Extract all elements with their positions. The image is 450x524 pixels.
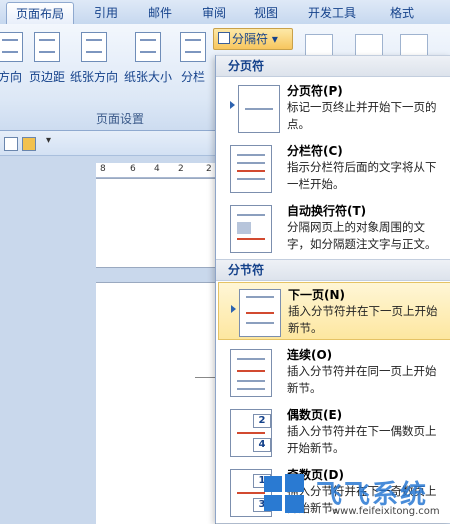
orientation-label: 方向 — [0, 70, 22, 84]
columns-icon — [180, 32, 206, 62]
even-page-icon: 2 4 — [230, 409, 272, 457]
paper-size-button[interactable]: 纸张大小 — [122, 32, 174, 92]
ribbon-tab-bar: 页面布局 引用 邮件 审阅 视图 开发工具 格式 — [0, 0, 450, 25]
page-orientation-label: 纸张方向 — [69, 70, 118, 84]
page-orientation-icon — [81, 32, 107, 62]
page-orientation-button[interactable]: 纸张方向 — [68, 32, 120, 92]
page-setup-group-label: 页面设置 — [95, 112, 144, 126]
paper-size-label: 纸张大小 — [123, 70, 172, 84]
page-marker-icon — [231, 305, 236, 313]
menu-item-page-break[interactable]: 分页符(P) 标记一页终止并开始下一页的点。 — [218, 79, 449, 135]
menu-item-description: 插入分节符并在下一页上开始新节。 — [288, 304, 438, 335]
breaks-button[interactable]: 分隔符 ▾ — [213, 28, 293, 50]
menu-item-title: 自动换行符(T) — [287, 204, 367, 218]
columns-label: 分栏 — [180, 70, 205, 84]
tab-page-layout[interactable]: 页面布局 — [6, 2, 74, 25]
ruler-tick: 6 — [130, 164, 136, 174]
continuous-icon — [230, 349, 272, 397]
menu-item-description: 分隔网页上的对象周围的文字，如分隔题注文字与正文。 — [287, 220, 437, 251]
menu-item-description: 插入分节符并在同一页上开始新节。 — [287, 364, 437, 395]
margins-label: 页边距 — [28, 70, 65, 84]
horizontal-ruler: 8 6 4 2 2 — [96, 163, 215, 178]
tab-mailings[interactable]: 邮件 — [136, 2, 184, 24]
tab-review[interactable]: 审阅 — [190, 2, 238, 24]
document-page[interactable] — [96, 178, 216, 268]
orientation-button[interactable]: 方向 — [0, 32, 26, 92]
tab-view[interactable]: 视图 — [242, 2, 290, 24]
text-wrapping-icon — [230, 205, 272, 253]
menu-item-description: 插入分节符并在下一偶数页上开始新节。 — [287, 424, 437, 455]
columns-button[interactable]: 分栏 — [176, 32, 210, 92]
margins-button[interactable]: 页边距 — [26, 32, 68, 92]
column-break-icon — [230, 145, 272, 193]
menu-item-title: 分页符(P) — [287, 84, 343, 98]
section-header-page-breaks: 分页符 — [216, 55, 450, 77]
menu-item-title: 下一页(N) — [288, 288, 346, 302]
margins-icon — [34, 32, 60, 62]
menu-item-title: 连续(O) — [287, 348, 333, 362]
tab-developer[interactable]: 开发工具 — [296, 2, 368, 24]
menu-item-next-page[interactable]: 下一页(N) 插入分节符并在下一页上开始新节。 — [218, 282, 450, 340]
menu-item-description: 指示分栏符后面的文字将从下一栏开始。 — [287, 160, 437, 191]
page-break-icon — [238, 85, 280, 133]
customize-toolbar-icon[interactable]: ▾ — [46, 135, 51, 146]
section-header-section-breaks: 分节符 — [216, 259, 450, 281]
menu-item-title: 偶数页(E) — [287, 408, 343, 422]
menu-item-even-page[interactable]: 2 4 偶数页(E) 插入分节符并在下一偶数页上开始新节。 — [218, 403, 449, 459]
watermark: 飞飞系统 www.feifeixitong.com — [262, 468, 450, 523]
tab-format[interactable]: 格式 — [376, 2, 428, 24]
quick-access-toolbar: ▾ — [0, 131, 215, 156]
menu-item-column-break[interactable]: 分栏符(C) 指示分栏符后面的文字将从下一栏开始。 — [218, 139, 449, 195]
watermark-url: www.feifeixitong.com — [332, 506, 440, 517]
paper-size-icon — [135, 32, 161, 62]
ruler-tick: 4 — [154, 164, 160, 174]
open-folder-icon[interactable] — [22, 137, 36, 151]
next-page-icon — [239, 289, 281, 337]
menu-item-description: 标记一页终止并开始下一页的点。 — [287, 100, 437, 131]
breaks-dropdown-menu: 分页符 分页符(P) 标记一页终止并开始下一页的点。 分栏符(C) 指示分栏符后… — [215, 55, 450, 523]
text-cursor-line — [195, 377, 215, 378]
breaks-label: 分隔符 — [232, 32, 269, 46]
ruler-tick: 2 — [178, 164, 184, 174]
menu-item-text-wrapping[interactable]: 自动换行符(T) 分隔网页上的对象周围的文字，如分隔题注文字与正文。 — [218, 199, 449, 255]
breaks-icon — [218, 32, 230, 44]
tab-references[interactable]: 引用 — [82, 2, 130, 24]
windows-logo-icon — [264, 474, 304, 513]
new-document-icon[interactable] — [4, 137, 18, 151]
menu-item-continuous[interactable]: 连续(O) 插入分节符并在同一页上开始新节。 — [218, 343, 449, 399]
document-page[interactable] — [96, 282, 216, 524]
ruler-tick: 8 — [100, 164, 106, 174]
ruler-tick: 2 — [206, 164, 212, 174]
text-direction-icon — [0, 32, 23, 62]
page-marker-icon — [230, 101, 235, 109]
menu-item-title: 分栏符(C) — [287, 144, 343, 158]
